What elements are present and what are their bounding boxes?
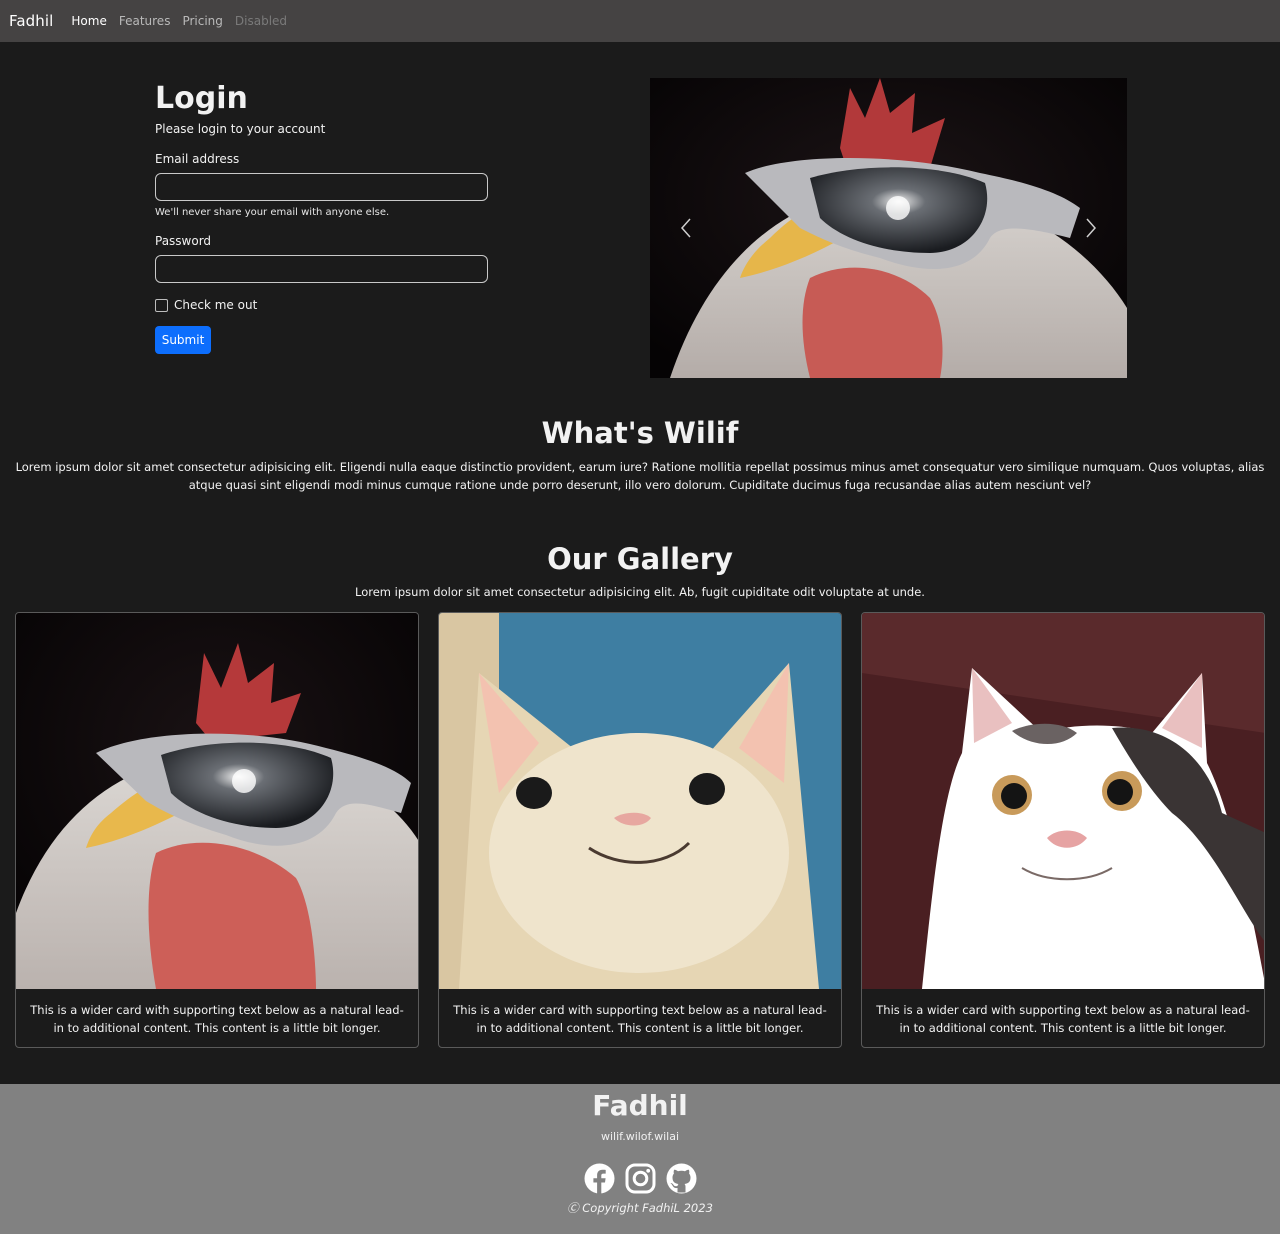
- password-field[interactable]: [155, 255, 488, 283]
- carousel-prev-button[interactable]: [676, 216, 698, 240]
- check-me-out-label[interactable]: Check me out: [174, 298, 257, 312]
- gallery-title: Our Gallery: [547, 542, 733, 576]
- chevron-right-icon: [1086, 218, 1097, 238]
- email-field[interactable]: [155, 173, 488, 201]
- smiling-white-cat-image: [439, 613, 841, 989]
- about-text: Lorem ipsum dolor sit amet consectetur a…: [15, 460, 1265, 492]
- check-me-out-checkbox[interactable]: [155, 298, 168, 312]
- navbar-brand[interactable]: Fadhil: [9, 12, 53, 30]
- carousel-next-button[interactable]: [1079, 216, 1101, 240]
- login-form: Login Please login to your account Email…: [155, 80, 489, 354]
- nav-link-pricing[interactable]: Pricing: [182, 14, 222, 28]
- copyright-text: Ⓒ Copyright FadhiL 2023: [567, 1201, 713, 1215]
- check-me-out-row: Check me out: [155, 298, 489, 312]
- nav-link-disabled: Disabled: [234, 14, 288, 28]
- instagram-icon[interactable]: [625, 1163, 656, 1194]
- gallery-card-3-text: This is a wider card with supporting tex…: [876, 1003, 1250, 1035]
- facebook-icon[interactable]: [584, 1163, 615, 1194]
- about-title: What's Wilif: [541, 416, 739, 450]
- github-icon[interactable]: [666, 1163, 697, 1194]
- nav-link-features[interactable]: Features: [119, 14, 171, 28]
- image-carousel: [650, 78, 1127, 378]
- gallery-card-1: This is a wider card with supporting tex…: [15, 612, 419, 1048]
- footer-domain: wilif.wilof.wilai: [600, 1130, 680, 1143]
- email-label: Email address: [155, 152, 240, 166]
- submit-button[interactable]: Submit: [155, 326, 211, 354]
- gallery-card-1-text: This is a wider card with supporting tex…: [30, 1003, 404, 1035]
- gallery-subtitle: Lorem ipsum dolor sit amet consectetur a…: [355, 585, 925, 599]
- login-subtitle: Please login to your account: [155, 122, 326, 136]
- rooster-with-sunglasses-image: [650, 78, 1127, 378]
- password-label: Password: [155, 234, 212, 248]
- rooster-with-sunglasses-image: [16, 613, 418, 989]
- social-links: [0, 1163, 1280, 1194]
- footer: Fadhil wilif.wilof.wilai Ⓒ Copyright Fad…: [0, 1084, 1280, 1234]
- nav-links: Home Features Pricing Disabled: [71, 14, 287, 28]
- gallery-card-2: This is a wider card with supporting tex…: [438, 612, 842, 1048]
- polite-cat-image: [862, 613, 1264, 989]
- chevron-left-icon: [680, 218, 691, 238]
- nav-link-home[interactable]: Home: [71, 14, 106, 28]
- navbar: Fadhil Home Features Pricing Disabled: [0, 0, 1280, 42]
- login-title: Login: [155, 81, 248, 116]
- footer-brand: Fadhil: [592, 1089, 688, 1122]
- gallery-card-2-text: This is a wider card with supporting tex…: [453, 1003, 827, 1035]
- email-help-text: We'll never share your email with anyone…: [155, 207, 390, 218]
- gallery-card-3: This is a wider card with supporting tex…: [861, 612, 1265, 1048]
